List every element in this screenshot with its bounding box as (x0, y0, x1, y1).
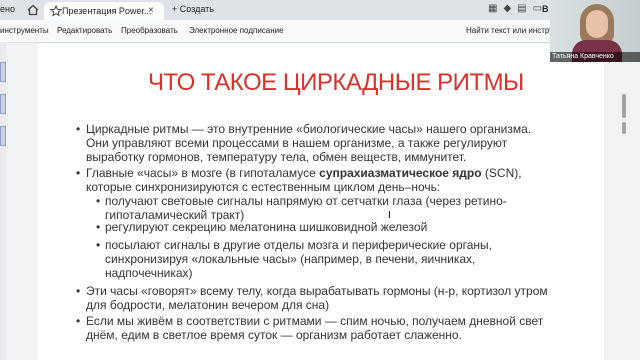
bullet-marker: • (76, 122, 81, 136)
vertical-scrollbar[interactable] (622, 60, 628, 360)
text-line: надпочечниках) (105, 266, 193, 280)
browser-right-icons: ▦ ◆ ▤ ▭ (488, 3, 548, 14)
app-toolbar: инструменты Редактировать Преобразовать … (0, 20, 640, 43)
text-line: Эти часы «говорят» всему телу, когда выр… (86, 284, 548, 298)
text-line: Главные «часы» в мозге (в гипоталамусе с… (86, 166, 522, 180)
bullet-marker: • (96, 238, 101, 252)
text-line: Они управляют всеми процессами в нашем о… (86, 136, 508, 150)
text-line: Циркадные ритмы — это внутренние «биолог… (86, 122, 532, 136)
page-thumbnail[interactable] (0, 126, 6, 146)
page-thumbnail[interactable] (0, 94, 6, 114)
bookmark-button[interactable]: В (542, 4, 549, 14)
bullet-paragraph: • Циркадные ритмы — это внутренние «биол… (76, 122, 532, 164)
page-thumbnail-strip (0, 42, 6, 360)
text-run: Главные «часы» в мозге (в гипоталамусе (86, 166, 320, 180)
text-line: посылают сигналы в другие отделы мозга и… (105, 238, 492, 252)
browser-tab-bar: ено Презентация Power... × + Создать ▦ ◆ ▤… (0, 0, 640, 20)
star-icon[interactable] (50, 5, 62, 17)
text-line: получают световые сигналы напрямую от се… (105, 194, 507, 208)
sub-bullet: • регулируют секрецию мелатонина шишкови… (96, 220, 428, 234)
bullet-marker: • (76, 284, 81, 298)
close-tab-icon[interactable]: × (148, 5, 154, 16)
text-line: Если мы живём в соответствии с ритмами —… (86, 314, 544, 328)
bullet-marker: • (76, 166, 81, 180)
text-line: выработку гормонов, температуру тела, об… (86, 150, 467, 164)
sub-bullet: • получают световые сигналы напрямую от … (96, 194, 507, 222)
slide-page: ЧТО ТАКОЕ ЦИРКАДНЫЕ РИТМЫ • Циркадные ри… (38, 44, 604, 360)
toolbar-edit[interactable]: Редактировать (57, 26, 112, 35)
presenter-name: Татьяна Кравченко (550, 52, 640, 62)
text-line: которые синхронизируются с естественным … (86, 180, 441, 194)
new-tab-button[interactable]: + Создать (172, 4, 214, 14)
active-tab[interactable]: Презентация Power... × (44, 2, 164, 20)
presenter-face (586, 10, 608, 38)
toolbar-convert[interactable]: Преобразовать (121, 26, 178, 35)
bullet-paragraph: • Эти часы «говорят» всему телу, когда в… (76, 284, 548, 312)
pages-icon[interactable]: ▤ (517, 3, 526, 14)
text-run: (SCN), (481, 166, 522, 180)
home-icon[interactable] (26, 3, 40, 17)
scrollbar-thumb[interactable] (622, 94, 626, 118)
pin-icon[interactable]: ◆ (503, 3, 511, 14)
toolbar-find-text[interactable]: Найти текст или инстру (466, 26, 553, 35)
scrollbar-thumb-secondary[interactable] (622, 122, 626, 134)
toolbar-tools[interactable]: инструменты (0, 26, 49, 35)
webcam-overlay: Татьяна Кравченко (550, 0, 640, 62)
screen-icon[interactable]: ▭ (533, 3, 542, 14)
bullet-paragraph: • Если мы живём в соответствии с ритмами… (76, 314, 544, 342)
slide-content: • Циркадные ритмы — это внутренние «биол… (38, 44, 604, 360)
toolbar-esign[interactable]: Электронное подписание (189, 26, 284, 35)
bullet-marker: • (96, 194, 101, 208)
page-thumbnail[interactable] (0, 62, 6, 82)
tab-title: Презентация Power... (62, 6, 152, 16)
text-line: синхронизируя «локальные часы» (например… (105, 252, 476, 266)
grid-icon[interactable]: ▦ (488, 3, 497, 14)
sub-bullet: • посылают сигналы в другие отделы мозга… (96, 238, 492, 280)
bullet-marker: • (76, 314, 81, 328)
text-cursor-icon: I (388, 210, 391, 221)
bullet-paragraph: • Главные «часы» в мозге (в гипоталамусе… (76, 166, 522, 194)
bullet-marker: • (96, 220, 101, 234)
text-line: регулируют секрецию мелатонина шишковидн… (105, 220, 428, 234)
previous-tab-label[interactable]: ено (0, 4, 15, 14)
text-line: для бодрости, мелатонин вечером для сна) (86, 298, 330, 312)
bold-term: супрахиазматическое ядро (319, 166, 482, 180)
text-line: днём, едим в светлое время суток — орган… (86, 328, 462, 342)
